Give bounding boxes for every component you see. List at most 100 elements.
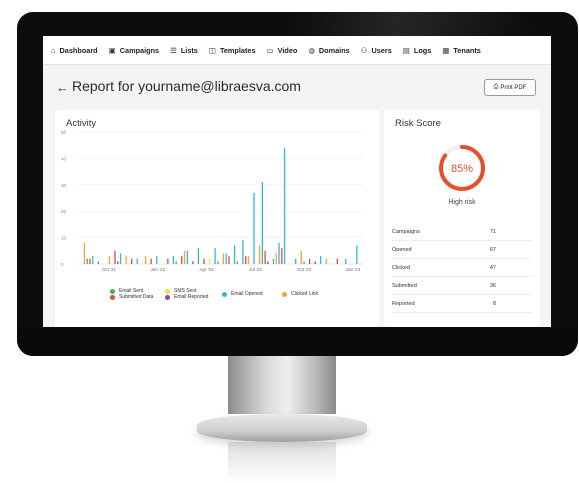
chart-bar bbox=[144, 256, 147, 264]
chart-bar bbox=[214, 248, 216, 264]
nav-item-domains[interactable]: ◍ Domains bbox=[308, 46, 349, 55]
chart-bar bbox=[308, 258, 311, 264]
chart-bar bbox=[320, 256, 322, 264]
chart-bar bbox=[264, 250, 266, 264]
printer-icon: ⎙ bbox=[493, 84, 499, 90]
chart-bar bbox=[228, 256, 230, 264]
nav-item-lists[interactable]: ☰ Lists bbox=[170, 46, 198, 55]
nav-item-dashboard[interactable]: ⌂ Dashboard bbox=[51, 46, 98, 55]
x-tick-label: Apr '22 bbox=[200, 267, 215, 272]
chart-bar bbox=[275, 253, 277, 264]
list-icon: ☰ bbox=[170, 45, 177, 55]
chart-bar bbox=[314, 261, 316, 264]
legend-label: Email Reported bbox=[174, 294, 209, 300]
chart-bar bbox=[197, 248, 200, 264]
legend-item-email-opened[interactable]: Email Opened bbox=[222, 291, 263, 297]
stat-label: Campaigns bbox=[392, 228, 420, 235]
chart-bar bbox=[186, 250, 188, 264]
chart-bar bbox=[192, 261, 194, 264]
risk-level: High risk bbox=[448, 199, 476, 206]
legend-label: Email Opened bbox=[231, 291, 263, 297]
risk-gauge: 85% bbox=[439, 145, 485, 191]
stat-row-clicked: Clicked 47 bbox=[392, 259, 532, 277]
stand-reflection bbox=[228, 442, 336, 483]
chart-bar bbox=[267, 261, 269, 264]
home-icon: ⌂ bbox=[51, 45, 56, 55]
chart-bar bbox=[136, 258, 138, 264]
chart-bar bbox=[295, 258, 297, 264]
chart-bar bbox=[217, 261, 219, 264]
chart-bar bbox=[233, 245, 236, 264]
legend-item-email-reported[interactable]: Email Reported bbox=[165, 294, 208, 300]
nav-item-tenants[interactable]: ▦ Tenants bbox=[442, 46, 481, 55]
building-icon: ▦ bbox=[442, 45, 450, 55]
stat-label: Clicked bbox=[392, 264, 411, 271]
x-tick-label: Jan '23 bbox=[346, 267, 361, 272]
screen: ⌂ Dashboard ▣ Campaigns ☰ Lists ◫ Templates … bbox=[43, 36, 551, 327]
chart-bar bbox=[303, 261, 305, 264]
y-tick-label: 0 bbox=[61, 262, 64, 267]
nav-item-campaigns[interactable]: ▣ Campaigns bbox=[109, 46, 159, 55]
legend-swatch bbox=[110, 288, 115, 294]
nav-label: Dashboard bbox=[59, 45, 98, 55]
chart-bar bbox=[119, 253, 122, 264]
chart-bar bbox=[261, 182, 263, 264]
nav-item-users[interactable]: ⚇ Users bbox=[361, 46, 392, 55]
activity-card: Activity 0 10 20 30 40 50 Oct '21 Jan '22 Apr '2… bbox=[55, 110, 379, 327]
video-icon: ▭ bbox=[266, 45, 274, 55]
chart-bar bbox=[114, 250, 116, 264]
nav-label: Templates bbox=[219, 45, 256, 55]
chart-bar bbox=[253, 192, 255, 264]
nav-item-video[interactable]: ▭ Video bbox=[267, 46, 298, 55]
print-pdf-button[interactable]: ⎙ Print PDF bbox=[484, 79, 536, 96]
globe-icon: ◍ bbox=[308, 45, 315, 55]
chart-bar bbox=[83, 242, 86, 264]
users-icon: ⚇ bbox=[360, 45, 368, 55]
y-tick-label: 10 bbox=[61, 236, 67, 241]
legend-item-submitted-data[interactable]: Submitted Data bbox=[110, 294, 153, 300]
chart-bar bbox=[125, 256, 127, 264]
monitor-stand-base bbox=[197, 414, 367, 442]
chart-bar bbox=[247, 256, 250, 264]
chart-bar bbox=[278, 242, 280, 264]
nav-label: Tenants bbox=[453, 45, 481, 55]
legend-swatch bbox=[110, 294, 115, 300]
chart-bar bbox=[97, 261, 99, 264]
chart-bar bbox=[325, 258, 327, 264]
stat-label: Submitted bbox=[392, 282, 417, 289]
stat-label: Opened bbox=[392, 246, 412, 253]
stat-value: 36 bbox=[489, 282, 496, 289]
chart-bar bbox=[108, 256, 111, 264]
chart-bar bbox=[172, 256, 175, 264]
chart-bar bbox=[208, 258, 211, 264]
legend-swatch bbox=[165, 294, 170, 300]
chart-bar bbox=[183, 250, 186, 264]
legend-swatch bbox=[282, 291, 287, 297]
monitor-stand-neck bbox=[228, 356, 336, 414]
chart-bar bbox=[272, 258, 275, 264]
chart-bar bbox=[345, 258, 347, 264]
chart-bar bbox=[167, 258, 169, 264]
legend-label: Submitted Data bbox=[119, 294, 154, 300]
nav-label: Campaigns bbox=[119, 45, 160, 55]
nav-item-templates[interactable]: ◫ Templates bbox=[209, 46, 256, 55]
legend-item-clicked-link[interactable]: Clicked Link bbox=[282, 291, 318, 297]
chart-bar bbox=[258, 245, 261, 264]
back-arrow-icon[interactable]: ← bbox=[56, 80, 69, 95]
chart-bar bbox=[117, 261, 119, 264]
print-pdf-label: Print PDF bbox=[500, 84, 527, 91]
document-icon: ▤ bbox=[402, 45, 410, 55]
chart-bar bbox=[131, 258, 133, 264]
y-tick-label: 20 bbox=[61, 209, 67, 214]
chart-bar bbox=[300, 250, 302, 264]
stat-value: 8 bbox=[492, 300, 496, 307]
chart-bar bbox=[242, 240, 244, 264]
page-title: Report for yourname@libraesva.com bbox=[72, 78, 301, 94]
risk-score-title: Risk Score bbox=[395, 118, 441, 129]
chart-bar bbox=[356, 245, 358, 264]
stat-row-campaigns: Campaigns 71 bbox=[392, 223, 532, 241]
nav-item-logs[interactable]: ▤ Logs bbox=[403, 46, 432, 55]
legend-swatch bbox=[165, 288, 170, 294]
nav-label: Logs bbox=[413, 45, 432, 55]
monitor-chin bbox=[17, 327, 578, 356]
